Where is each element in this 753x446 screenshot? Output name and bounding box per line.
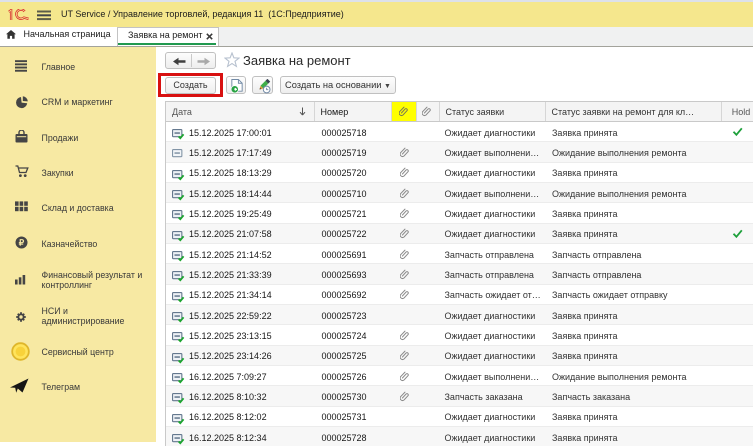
svg-text:₽: ₽: [19, 237, 25, 247]
